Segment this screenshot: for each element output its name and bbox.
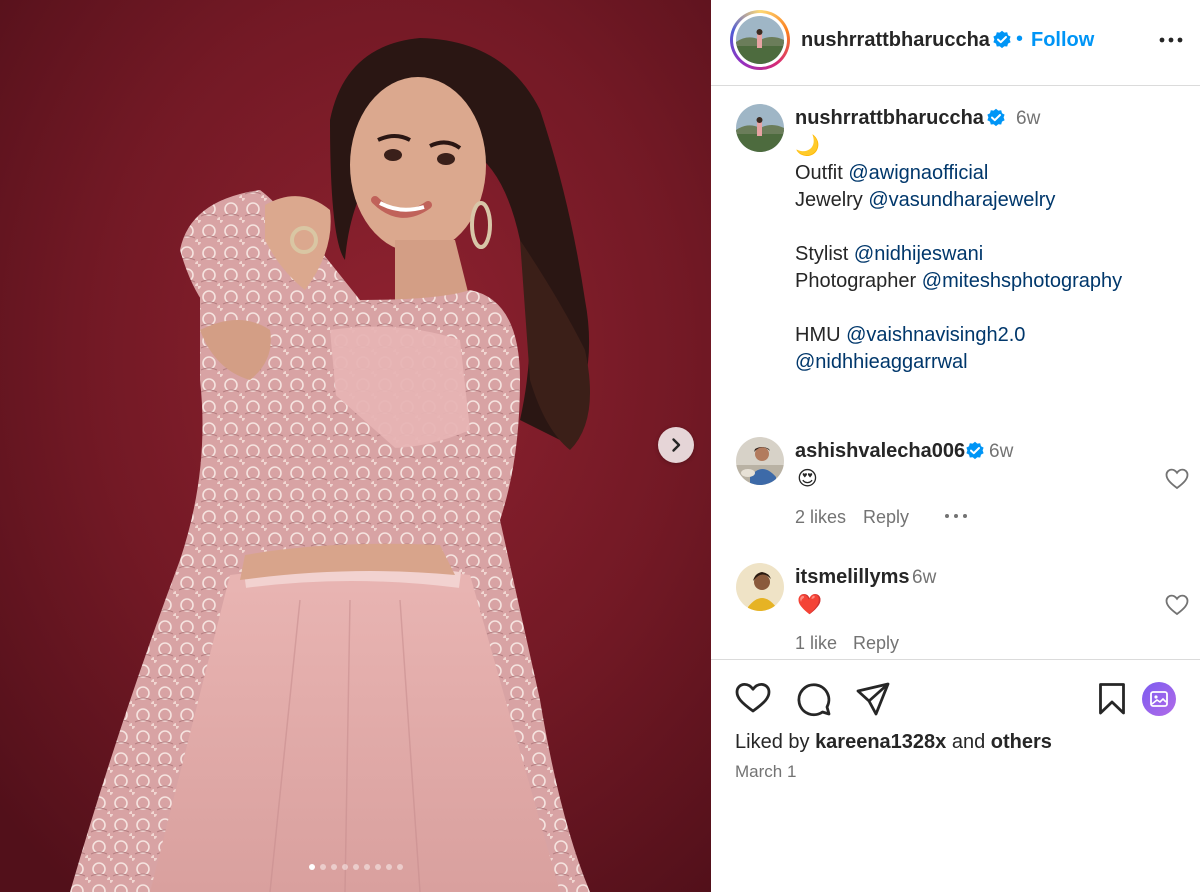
comment-timestamp[interactable]: 6w: [989, 441, 1013, 463]
post-sidebar: nushrrattbharuccha • Follow nushrrattbha…: [711, 0, 1200, 892]
mention-link[interactable]: @awignaofficial: [848, 162, 988, 184]
caption-line: Stylist @nidhijeswani: [795, 243, 984, 265]
comment-more-icon[interactable]: [943, 511, 969, 521]
comment-username[interactable]: ashishvalecha006: [795, 440, 965, 463]
mention-link[interactable]: @vaishnavisingh2.0: [846, 324, 1025, 346]
carousel-dot: [330, 864, 337, 870]
caption-line: Photographer @miteshsphotography: [795, 270, 1123, 292]
media-gallery-icon[interactable]: [1142, 682, 1176, 716]
liked-by-user-link[interactable]: kareena1328x: [815, 731, 946, 753]
like-heart-icon[interactable]: [735, 682, 771, 714]
comment-reply-button[interactable]: Reply: [853, 633, 899, 654]
author-avatar-story-ring[interactable]: [730, 10, 790, 70]
verified-badge-icon: [993, 30, 1011, 49]
follow-button[interactable]: Follow: [1031, 29, 1094, 52]
comment-username[interactable]: itsmelillyms: [795, 566, 910, 589]
comment-timestamp[interactable]: 6w: [912, 567, 936, 589]
comment-likes[interactable]: 2 likes: [795, 507, 846, 528]
verified-badge-icon: [987, 108, 1005, 127]
mention-link[interactable]: @miteshsphotography: [922, 270, 1122, 292]
liked-by-summary: Liked by kareena1328x and others: [735, 731, 1052, 753]
comment-text: ❤️: [797, 594, 822, 616]
actions-divider: [711, 659, 1200, 660]
carousel-dot: [352, 864, 359, 870]
avatar: [736, 16, 784, 64]
author-username[interactable]: nushrrattbharuccha: [801, 29, 990, 52]
caption-username[interactable]: nushrrattbharuccha: [795, 107, 984, 130]
carousel-dot: [341, 864, 348, 870]
liked-by-others-link[interactable]: others: [991, 731, 1052, 753]
carousel-dot: [385, 864, 392, 870]
caption-timestamp[interactable]: 6w: [1016, 108, 1040, 130]
caption-emoji: 🌙: [795, 135, 820, 157]
comment-like-heart-icon[interactable]: [1165, 468, 1189, 490]
share-send-icon[interactable]: [856, 682, 890, 716]
carousel-dot: [363, 864, 370, 870]
caption-line: HMU @vaishnavisingh2.0: [795, 324, 1026, 346]
caption-text: 🌙 Outfit @awignaofficial Jewelry @vasund…: [795, 133, 1122, 376]
header-separator: •: [1016, 28, 1024, 50]
comment-text: 😍: [797, 468, 818, 490]
commenter-avatar[interactable]: [736, 437, 784, 485]
carousel-dot: [319, 864, 326, 870]
caption-line: Jewelry @vasundharajewelry: [795, 189, 1056, 211]
post-date[interactable]: March 1: [735, 762, 796, 782]
mention-link[interactable]: @vasundharajewelry: [868, 189, 1055, 211]
commenter-avatar[interactable]: [736, 563, 784, 611]
mention-link[interactable]: @nidhhieaggarrwal: [795, 351, 968, 373]
mention-link[interactable]: @nidhijeswani: [854, 243, 983, 265]
caption-line: Outfit @awignaofficial: [795, 162, 989, 184]
carousel-dot: [396, 864, 403, 870]
carousel-indicator: [0, 864, 711, 870]
comment-icon[interactable]: [796, 681, 832, 717]
post-header: nushrrattbharuccha • Follow: [711, 0, 1200, 86]
comment-likes[interactable]: 1 like: [795, 633, 837, 654]
carousel-next-button[interactable]: [658, 427, 694, 463]
comment-reply-button[interactable]: Reply: [863, 507, 909, 528]
post-photo: [0, 0, 711, 892]
verified-badge-icon: [966, 441, 984, 460]
caption-line: @nidhhieaggarrwal: [795, 349, 1122, 376]
post-media[interactable]: [0, 0, 711, 892]
save-bookmark-icon[interactable]: [1098, 682, 1126, 716]
more-options-icon[interactable]: [1158, 30, 1184, 50]
chevron-right-icon: [672, 438, 681, 452]
carousel-dot: [308, 864, 315, 870]
comment-like-heart-icon[interactable]: [1165, 594, 1189, 616]
caption-author-avatar[interactable]: [736, 104, 784, 152]
carousel-dot: [374, 864, 381, 870]
